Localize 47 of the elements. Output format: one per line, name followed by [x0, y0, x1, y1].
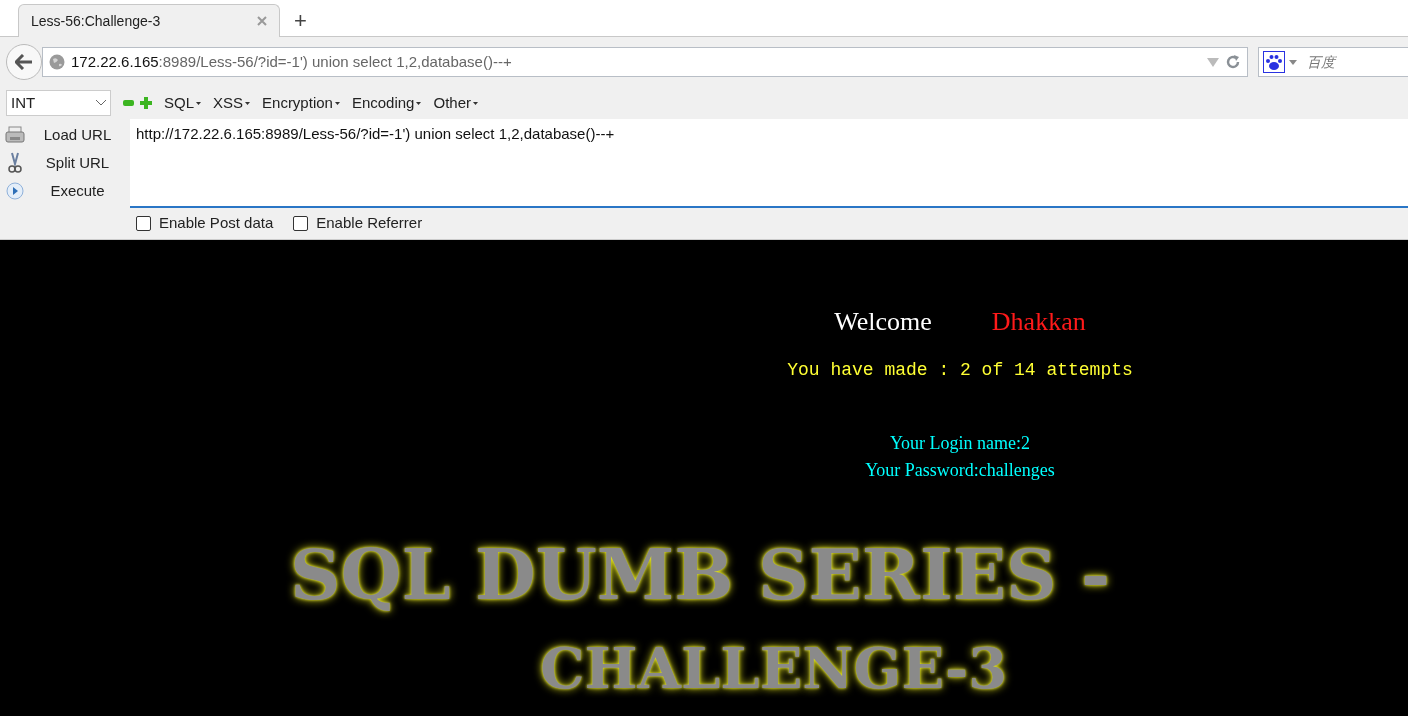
globe-icon: [49, 54, 65, 70]
banner-title: SQL DUMB SERIES -: [290, 540, 1111, 610]
reload-icon[interactable]: [1225, 54, 1241, 70]
back-arrow-icon: [15, 54, 33, 70]
close-icon[interactable]: [257, 16, 267, 26]
login-text: Your Login name:2: [889, 432, 1031, 455]
checkbox-label: Enable Referrer: [316, 213, 423, 234]
caret-icon: [473, 101, 478, 105]
caret-icon: [334, 101, 340, 105]
caret-icon: [416, 101, 422, 105]
printer-icon[interactable]: [5, 126, 25, 144]
menu-button[interactable]: XSS: [213, 91, 251, 115]
address-bar[interactable]: 172.22.6.165:8989/Less-56/?id=-1') union select 1,2,database()--+: [42, 47, 1248, 77]
paw-icon: [1263, 51, 1285, 73]
minus-icon[interactable]: [123, 100, 134, 106]
menu-button[interactable]: Encryption: [262, 91, 340, 115]
search-bar[interactable]: 百度: [1258, 47, 1408, 77]
checkbox-label: Enable Post data: [159, 213, 274, 234]
banner-subtitle: CHALLENGE-3: [540, 640, 1008, 696]
plus-icon[interactable]: [140, 97, 152, 109]
url-textarea[interactable]: http://172.22.6.165:8989/Less-56/?id=-1') union select 1,2,database()--+: [130, 119, 1408, 208]
menu-button[interactable]: Other: [433, 91, 478, 115]
caret-icon: [245, 101, 251, 105]
checkbox[interactable]: [136, 216, 151, 231]
url-path: :8989/Less-56/?id=-1') union select 1,2,database()--+: [158, 52, 512, 70]
action-link[interactable]: Load URL: [25, 123, 130, 147]
action-link[interactable]: Split URL: [25, 151, 130, 175]
dropdown-icon[interactable]: [1289, 59, 1297, 65]
new-tab-button[interactable]: +: [294, 10, 307, 32]
chevron-icon: [96, 100, 106, 106]
type-select[interactable]: INT: [6, 90, 111, 116]
checkbox[interactable]: [293, 216, 309, 231]
back-button[interactable]: [6, 44, 42, 80]
attempts-text: You have made : 2 of 14 attempts: [787, 359, 1133, 382]
menu-button[interactable]: Encoding: [351, 91, 422, 115]
search-field[interactable]: 百度: [1307, 51, 1397, 73]
url-host: 172.22.6.165: [71, 52, 159, 70]
play-icon[interactable]: [5, 182, 25, 200]
browser-tab[interactable]: Less-56:Challenge-3: [18, 4, 280, 37]
welcome-text: Welcome: [834, 306, 932, 338]
dropdown-icon[interactable]: [1207, 57, 1219, 67]
scissors-icon[interactable]: [5, 152, 25, 174]
user-name: Dhakkan: [991, 306, 1086, 338]
action-link[interactable]: Execute: [25, 179, 130, 203]
password-text: Your Password:challenges: [865, 459, 1055, 482]
caret-icon: [196, 101, 201, 105]
menu-button[interactable]: SQL: [164, 91, 201, 115]
